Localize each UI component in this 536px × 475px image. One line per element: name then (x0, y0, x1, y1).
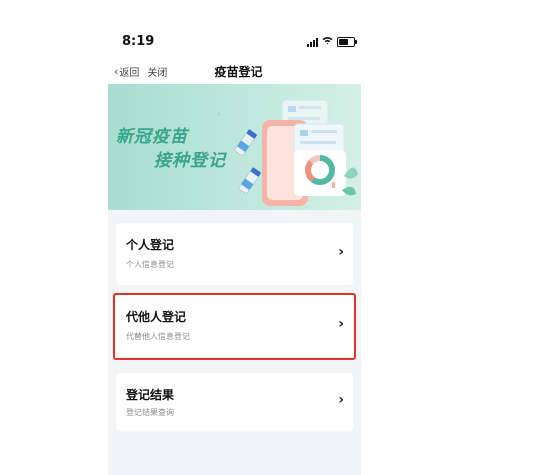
vaccine-vial-icon (234, 129, 257, 156)
battery-icon (337, 37, 357, 47)
card-subtitle: 个人信息登记 (126, 260, 174, 269)
nav-bar: ‹ 返回 关闭 疫苗登记 (108, 62, 361, 84)
card-title: 个人登记 (126, 238, 175, 252)
banner-title-line1: 新冠疫苗 (116, 127, 188, 147)
page-title: 疫苗登记 (214, 65, 263, 79)
signal-icon (307, 38, 318, 47)
sparkle-icon (218, 112, 220, 116)
wifi-icon (322, 36, 333, 47)
card-title: 登记结果 (126, 388, 175, 402)
chevron-right-icon: › (338, 392, 344, 408)
registration-result-card[interactable]: 登记结果 登记结果查询 › (116, 373, 353, 431)
vaccine-banner: 新冠疫苗 接种登记 (108, 84, 361, 210)
highlight-box (113, 293, 356, 360)
leaf-icon (344, 167, 358, 179)
banner-illustration (218, 99, 358, 206)
phone-screen: 8:19 ‹ 返回 关闭 疫苗登记 新冠疫苗 接种登记 个人登记 个人信息登记 … (108, 0, 361, 475)
status-icons (307, 36, 357, 47)
card-subtitle: 登记结果查询 (126, 408, 174, 417)
personal-registration-card[interactable]: 个人登记 个人信息登记 › (116, 223, 353, 285)
status-bar: 8:19 (108, 0, 361, 62)
chevron-right-icon: › (338, 244, 344, 260)
banner-title-line2: 接种登记 (154, 151, 226, 171)
status-time: 8:19 (122, 34, 155, 49)
